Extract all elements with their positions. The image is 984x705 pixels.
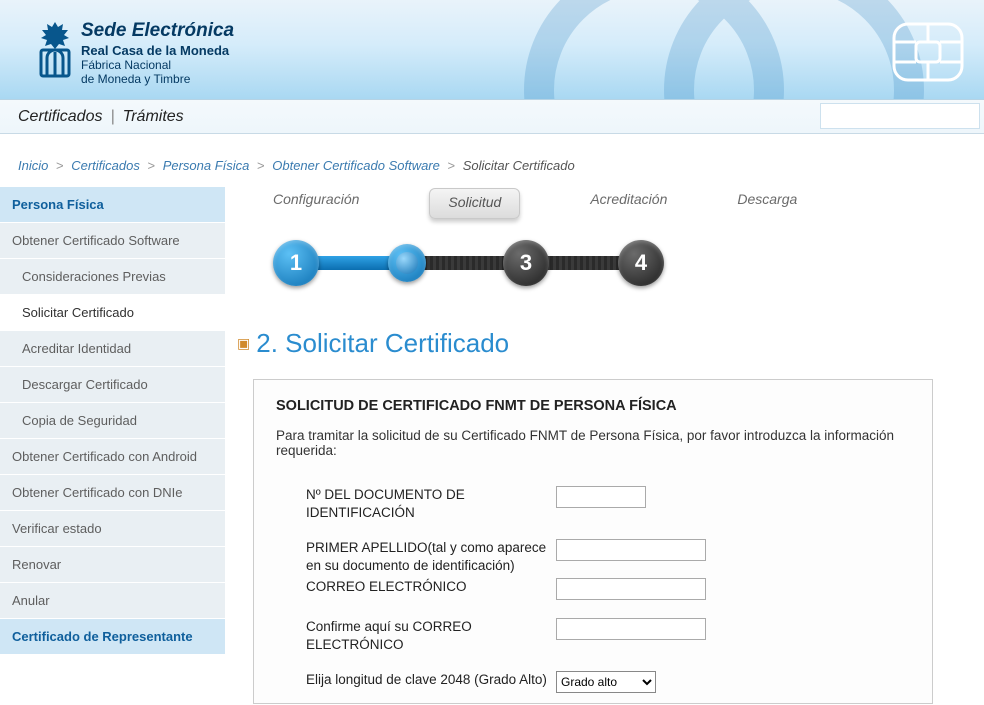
- nav-sep: |: [110, 108, 114, 126]
- sidebar-item-descargar[interactable]: Descargar Certificado: [0, 367, 225, 403]
- sidebar-item-solicitar[interactable]: Solicitar Certificado: [0, 295, 225, 331]
- step-label-3: Acreditación: [590, 191, 667, 222]
- crumb-obtener-software[interactable]: Obtener Certificado Software: [272, 158, 440, 173]
- crumb-persona-fisica[interactable]: Persona Física: [163, 158, 250, 173]
- sidebar-head[interactable]: Persona Física: [0, 187, 225, 223]
- sidebar-item-copia[interactable]: Copia de Seguridad: [0, 403, 225, 439]
- step-node-4[interactable]: 4: [618, 240, 664, 286]
- crumb-current: Solicitar Certificado: [463, 158, 575, 173]
- crumb-certificados[interactable]: Certificados: [71, 158, 140, 173]
- nav-certificados[interactable]: Certificados: [18, 108, 102, 126]
- sidebar-item-verificar[interactable]: Verificar estado: [0, 511, 225, 547]
- step-track-line: [295, 256, 651, 270]
- sidebar-item-obtener-software[interactable]: Obtener Certificado Software: [0, 223, 225, 259]
- step-labels: Configuración Solicitud Acreditación Des…: [265, 191, 974, 222]
- label-apellido: PRIMER APELLIDO(tal y como aparece en su…: [276, 539, 556, 574]
- page-title: ▣ 2. Solicitar Certificado: [237, 328, 974, 359]
- sidebar: Persona Física Obtener Certificado Softw…: [0, 187, 225, 704]
- select-clave[interactable]: Grado alto: [556, 671, 656, 693]
- step-track: 1 3 4: [273, 230, 673, 300]
- step-label-2: Solicitud: [429, 188, 520, 219]
- site-header: Sede Electrónica Real Casa de la Moneda …: [0, 0, 984, 100]
- sidebar-footer[interactable]: Certificado de Representante: [0, 619, 225, 655]
- calendar-icon: ▣: [237, 335, 250, 352]
- nav-tramites[interactable]: Trámites: [123, 108, 184, 126]
- form-intro: Para tramitar la solicitud de su Certifi…: [276, 428, 910, 458]
- content-area: Configuración Solicitud Acreditación Des…: [225, 187, 984, 704]
- search-input[interactable]: [820, 103, 980, 129]
- step-node-1[interactable]: 1: [273, 240, 319, 286]
- label-correo: CORREO ELECTRÓNICO: [276, 578, 556, 596]
- label-doc: Nº DEL DOCUMENTO DE IDENTIFICACIÓN: [276, 486, 556, 521]
- sidebar-item-acreditar[interactable]: Acreditar Identidad: [0, 331, 225, 367]
- sidebar-item-android[interactable]: Obtener Certificado con Android: [0, 439, 225, 475]
- input-apellido[interactable]: [556, 539, 706, 561]
- sidebar-item-consideraciones[interactable]: Consideraciones Previas: [0, 259, 225, 295]
- label-clave: Elija longitud de clave 2048 (Grado Alto…: [276, 671, 556, 689]
- input-correo-confirm[interactable]: [556, 618, 706, 640]
- sidebar-item-renovar[interactable]: Renovar: [0, 547, 225, 583]
- step-node-2[interactable]: [388, 244, 426, 282]
- sidebar-item-anular[interactable]: Anular: [0, 583, 225, 619]
- label-correo2: Confirme aquí su CORREO ELECTRÓNICO: [276, 618, 556, 653]
- input-correo[interactable]: [556, 578, 706, 600]
- form-panel: SOLICITUD DE CERTIFICADO FNMT DE PERSONA…: [253, 379, 933, 704]
- step-node-3[interactable]: 3: [503, 240, 549, 286]
- top-nav: Certificados | Trámites: [0, 100, 984, 134]
- sidebar-item-dnie[interactable]: Obtener Certificado con DNIe: [0, 475, 225, 511]
- input-doc[interactable]: [556, 486, 646, 508]
- crumb-inicio[interactable]: Inicio: [18, 158, 48, 173]
- chip-icon[interactable]: [892, 22, 964, 82]
- step-label-1: Configuración: [273, 191, 359, 222]
- header-decor: [0, 0, 984, 99]
- step-label-4: Descarga: [737, 191, 797, 222]
- form-heading: SOLICITUD DE CERTIFICADO FNMT DE PERSONA…: [276, 398, 910, 414]
- page-title-text: 2. Solicitar Certificado: [256, 328, 509, 359]
- breadcrumb: Inicio > Certificados > Persona Física >…: [0, 134, 984, 187]
